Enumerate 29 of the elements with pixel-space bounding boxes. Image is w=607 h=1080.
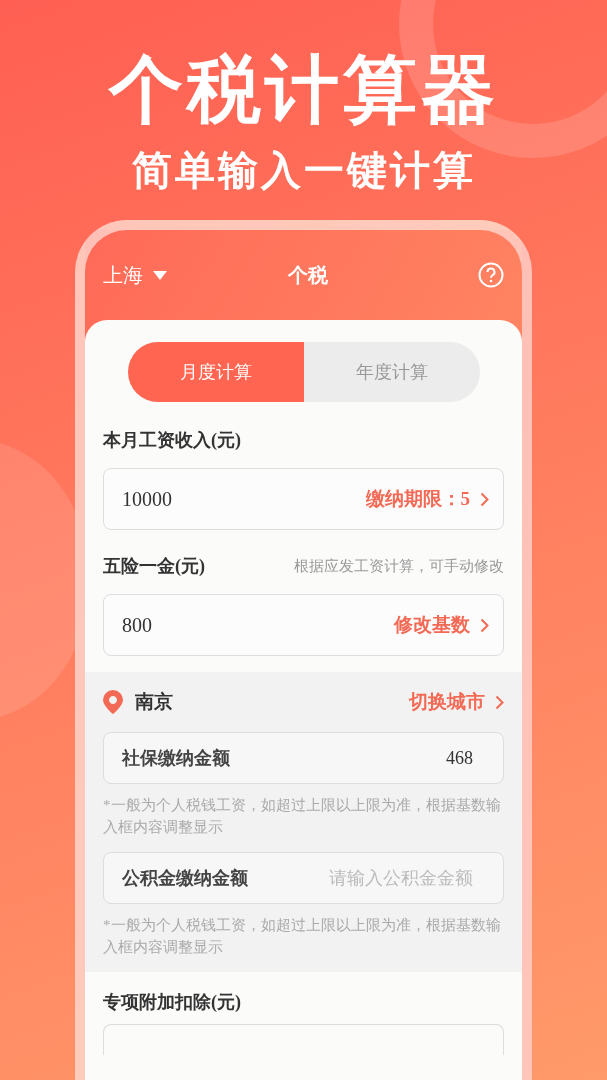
subheadline: 简单输入一键计算 xyxy=(131,147,476,195)
city-dropdown[interactable]: 上海 xyxy=(103,261,167,289)
amount-input[interactable]: 468 xyxy=(273,747,473,769)
salary-input[interactable]: 10000 xyxy=(122,487,272,511)
chevron-right-icon xyxy=(480,491,489,507)
field-note: *一般为个人税钱工资，如超过上限以上限为准，根据基数输入框内容调整显示 xyxy=(103,916,502,957)
city-name: 南京 xyxy=(135,690,173,714)
switch-city-link[interactable]: 切换城市 xyxy=(409,689,504,715)
field-note: *一般为个人税钱工资，如超过上限以上限为准，根据基数输入框内容调整显示 xyxy=(103,796,502,837)
app-title: 个税 xyxy=(287,262,328,288)
insurance-input[interactable]: 800 xyxy=(122,613,272,637)
headline: 个税计算器 xyxy=(108,48,499,133)
payment-period-link[interactable]: 缴纳期限：5 xyxy=(365,486,489,512)
edit-base-link[interactable]: 修改基数 xyxy=(394,612,489,638)
deduction-field[interactable] xyxy=(103,1024,504,1055)
chevron-right-icon xyxy=(495,694,504,710)
chevron-right-icon xyxy=(480,617,489,633)
field-label: 专项附加扣除(元) xyxy=(103,991,242,1014)
field-hint: 根据应发工资计算，可手动修改 xyxy=(294,556,504,576)
caret-down-icon xyxy=(153,270,167,280)
location-pin-icon xyxy=(103,690,123,714)
field-label: 五险一金(元) xyxy=(103,555,205,578)
amount-input[interactable]: 请输入公积金金额 xyxy=(273,867,473,889)
field-label: 社保缴纳金额 xyxy=(122,747,230,770)
mode-tab[interactable]: 月度计算 xyxy=(127,342,304,402)
field-label: 公积金缴纳金额 xyxy=(122,867,248,890)
mode-tab[interactable]: 年度计算 xyxy=(303,342,480,402)
help-icon[interactable] xyxy=(478,262,504,288)
field-label: 本月工资收入(元) xyxy=(103,429,242,452)
